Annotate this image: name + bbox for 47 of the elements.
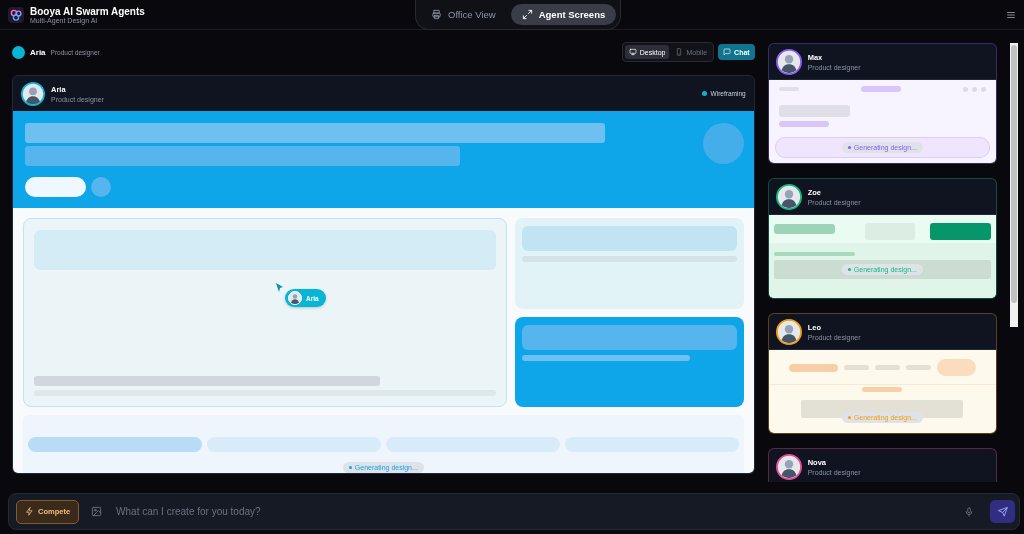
scrollbar[interactable] — [1010, 43, 1018, 327]
placeholder-block — [773, 224, 835, 234]
placeholder-block — [905, 365, 931, 370]
menu-icon[interactable] — [1006, 9, 1016, 20]
placeholder-block — [930, 223, 992, 240]
placeholder-circle — [702, 123, 744, 164]
placeholder-block — [843, 365, 869, 370]
sparkle-icon — [25, 507, 34, 516]
placeholder-block — [778, 121, 829, 127]
cursor-icon — [276, 283, 284, 292]
agent-name: Aria — [30, 47, 46, 57]
placeholder-block — [874, 365, 900, 370]
placeholder-block — [937, 359, 976, 376]
chip-dot — [847, 268, 851, 271]
placeholder-circle — [981, 86, 987, 92]
avatar-icon — [288, 291, 302, 305]
avatar-icon — [21, 81, 45, 106]
avatar-icon — [775, 48, 802, 75]
placeholder-circle — [963, 86, 969, 92]
avatar-icon — [775, 318, 802, 345]
chip-dot — [847, 416, 851, 419]
chip-dot — [847, 146, 851, 149]
view-tab[interactable]: Agent Screens — [510, 4, 617, 25]
placeholder-circle — [91, 177, 111, 197]
placeholder-circle — [972, 86, 978, 92]
placeholder-block — [860, 86, 901, 92]
placeholder-block — [862, 387, 903, 392]
prompt-input[interactable]: What can I create for you today? — [114, 505, 956, 518]
phone-icon — [675, 48, 684, 56]
chat-icon — [723, 48, 732, 56]
status-dot — [701, 91, 707, 96]
image-icon[interactable] — [91, 506, 103, 517]
chip-dot — [348, 466, 352, 469]
expand-icon — [521, 9, 533, 20]
placeholder-block — [788, 364, 838, 372]
app-title: Booya AI Swarm Agents — [30, 5, 145, 17]
placeholder-block — [778, 105, 850, 117]
send-icon — [997, 506, 1008, 517]
logo-icon — [8, 6, 24, 23]
microphone-icon[interactable] — [964, 506, 974, 517]
placeholder-block — [25, 177, 86, 197]
printer-icon — [431, 9, 442, 20]
view-tab[interactable]: Office View — [420, 4, 507, 25]
monitor-icon — [628, 48, 637, 56]
avatar-icon — [775, 453, 802, 480]
send-button[interactable] — [990, 500, 1015, 523]
avatar-icon — [775, 183, 802, 210]
